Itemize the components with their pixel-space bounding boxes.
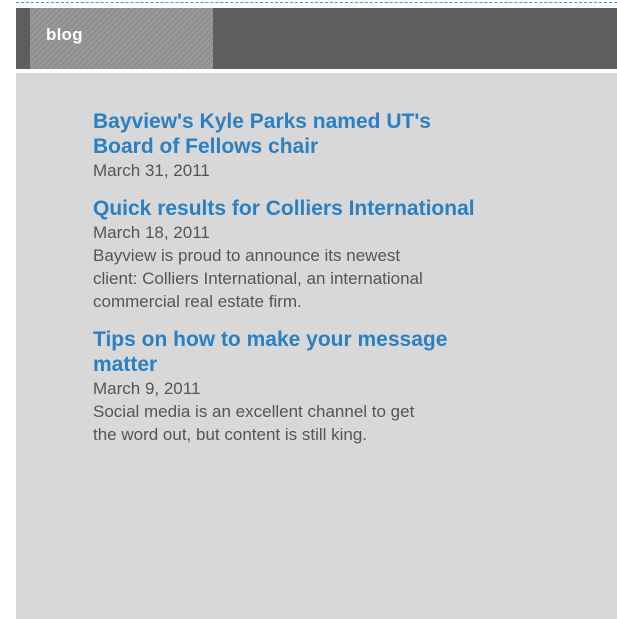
post-title-line: Board of Fellows chair [93,135,319,158]
post-date: March 31, 2011 [93,161,210,180]
blog-post: Tips on how to make your message matter … [93,327,593,446]
blog-tab-label: blog [46,25,83,44]
widget-header: blog [16,8,617,69]
post-title-line: Tips on how to make your message [93,328,448,351]
blog-post: Quick results for Colliers International… [93,196,593,313]
post-excerpt: Social media is an excellent channel to … [93,400,583,446]
post-excerpt-line: Social media is an excellent channel to … [93,402,415,421]
post-date: March 18, 2011 [93,223,210,242]
post-excerpt-line: client: Colliers International, an inter… [93,269,423,288]
post-excerpt: Bayview is proud to announce its newest … [93,244,583,313]
blog-widget: blog Bayview's Kyle Parks named UT's Boa… [16,8,617,619]
post-excerpt-line: commercial real estate firm. [93,292,302,311]
post-date: March 9, 2011 [93,379,201,398]
top-dashed-rule [16,2,617,3]
post-excerpt-line: Bayview is proud to announce its newest [93,246,401,265]
post-title-link[interactable]: Quick results for Colliers International [93,196,593,221]
post-title-line: Bayview's Kyle Parks named UT's [93,110,431,133]
post-title-link[interactable]: Bayview's Kyle Parks named UT's Board of… [93,109,593,159]
post-title-line: matter [93,353,158,376]
blog-post: Bayview's Kyle Parks named UT's Board of… [93,109,593,182]
post-excerpt-line: the word out, but content is still king. [93,425,368,444]
post-list: Bayview's Kyle Parks named UT's Board of… [93,109,593,460]
blog-panel: Bayview's Kyle Parks named UT's Board of… [16,73,617,619]
blog-tab[interactable]: blog [30,8,213,69]
post-title-line: Quick results for Colliers International [93,197,475,220]
post-title-link[interactable]: Tips on how to make your message matter [93,327,593,377]
